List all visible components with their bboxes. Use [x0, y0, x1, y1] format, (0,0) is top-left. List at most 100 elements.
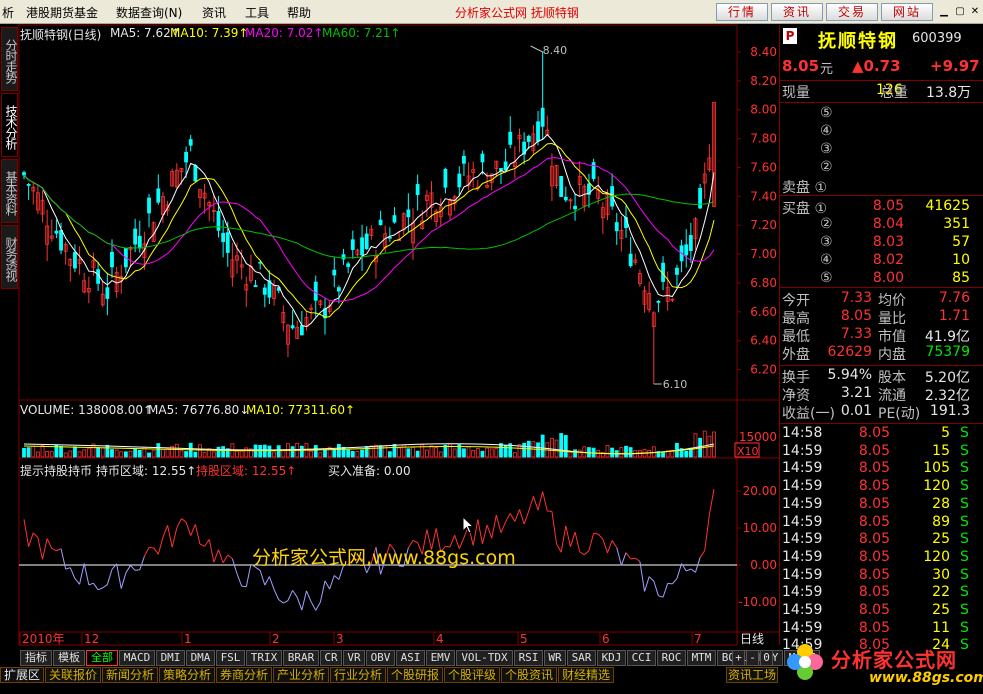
volume-bar	[364, 446, 369, 458]
price-tick-label: 6.80	[750, 276, 777, 290]
indicator-tab-cci[interactable]: CCI	[627, 650, 656, 666]
volume-bar	[276, 445, 281, 458]
indicator-line-segment	[153, 547, 159, 555]
indicator-line-segment	[676, 563, 683, 579]
indicator-line-segment	[560, 525, 567, 553]
info-tab-4[interactable]: 券商分析	[216, 667, 272, 683]
info-tab-10[interactable]: 财经精选	[558, 667, 614, 683]
info-tab-5[interactable]: 产业分析	[273, 667, 329, 683]
zoom-control-reset[interactable]: 0	[760, 650, 773, 666]
menu-item-help[interactable]: 帮助	[287, 4, 311, 21]
volume-bar	[698, 437, 703, 458]
menu-item-analysis[interactable]: 析	[2, 4, 14, 21]
indicator-line-segment	[699, 550, 706, 558]
candle-body	[438, 206, 443, 218]
volume-bar	[225, 448, 230, 458]
indicator-tab-roc[interactable]: ROC	[657, 650, 686, 666]
indicator-tab-kdj[interactable]: KDJ	[597, 650, 626, 666]
volume-bar	[466, 446, 471, 458]
news-button[interactable]: 资讯	[771, 3, 823, 21]
tick-row: 14:59 8.05 120 S	[782, 478, 969, 495]
indicator-tab-指标[interactable]: 指标	[20, 650, 52, 666]
minimize-icon[interactable]: ▁	[937, 5, 951, 19]
indicator-tab-全部[interactable]: 全部	[86, 650, 118, 666]
volume-bar	[369, 445, 374, 458]
indicator-tab-模板[interactable]: 模板	[53, 650, 85, 666]
indicator-tab-rsi[interactable]: RSI	[514, 650, 543, 666]
menu-item-news[interactable]: 资讯	[202, 4, 226, 21]
candle-body	[355, 249, 360, 256]
info-tab-2[interactable]: 新闻分析	[102, 667, 158, 683]
candle-body	[633, 259, 638, 263]
indicator-line-segment	[658, 595, 664, 598]
candle-body	[31, 186, 36, 192]
tab-financials[interactable]: 财务透视	[1, 225, 18, 289]
tab-fundamentals[interactable]: 基本资料	[1, 159, 18, 223]
volume-bar	[475, 448, 480, 458]
indicator-line-segment	[222, 554, 229, 563]
indicator-line-segment	[83, 563, 90, 585]
menu-item-tools[interactable]: 工具	[245, 4, 269, 21]
indicator-line-segment	[245, 564, 252, 587]
tab-news-workshop[interactable]: 资讯工场	[726, 667, 778, 683]
indicator-line-segment	[532, 496, 539, 511]
candle-body	[202, 192, 207, 199]
volume-bar	[96, 447, 100, 458]
sell-order-row: ④	[820, 123, 833, 139]
indicator-tab-wr[interactable]: WR	[544, 650, 566, 666]
volume-bar	[411, 446, 415, 458]
quote-button[interactable]: 行情	[716, 3, 768, 21]
indicator-tab-cr[interactable]: CR	[320, 650, 342, 666]
volume-bar	[438, 451, 443, 458]
price-tick-label: 7.00	[750, 247, 777, 261]
website-button[interactable]: 网站	[881, 3, 933, 21]
watermark: 分析家公式网,www.88gs.com	[252, 547, 516, 569]
candle-body	[249, 265, 253, 281]
info-tab-9[interactable]: 个股资讯	[501, 667, 557, 683]
close-icon[interactable]: ✕	[968, 5, 982, 19]
indicator-tab-obv[interactable]: OBV	[366, 650, 395, 666]
buy-order-row: ④ 8.02 10	[820, 252, 970, 268]
indicator-tab-trix[interactable]: TRIX	[246, 650, 282, 666]
info-tab-7[interactable]: 个股研报	[387, 667, 443, 683]
indicator-line-segment	[481, 524, 488, 544]
zoom-control-plus[interactable]: +	[732, 650, 745, 666]
indicator-line-segment	[324, 580, 331, 590]
indicator-tab-asi[interactable]: ASI	[396, 650, 425, 666]
candle-body	[577, 176, 582, 185]
indicator-tab-mtm[interactable]: MTM	[687, 650, 716, 666]
indicator-tab-vr[interactable]: VR	[343, 650, 365, 666]
menu-item-hk-futures[interactable]: 港股期货基金	[26, 4, 98, 21]
indicator-tab-vol-tdx[interactable]: VOL-TDX	[456, 650, 513, 666]
info-tab-1[interactable]: 关联报价	[45, 667, 101, 683]
zoom-control-minus[interactable]: -	[746, 650, 759, 666]
info-tab-8[interactable]: 个股评级	[444, 667, 500, 683]
candle-body	[336, 287, 341, 292]
candle-body	[638, 273, 642, 285]
candle-body	[424, 194, 429, 201]
indicator-tab-brar[interactable]: BRAR	[283, 650, 319, 666]
menu-item-data-query[interactable]: 数据查询(N)	[116, 4, 182, 21]
volume-bar	[684, 450, 689, 458]
indicator-line-segment	[181, 518, 187, 523]
indicator-tab-macd[interactable]: MACD	[119, 650, 155, 666]
indicator-tab-fsl[interactable]: FSL	[216, 650, 245, 666]
indicator-tab-dma[interactable]: DMA	[186, 650, 215, 666]
stat-row: 今开 7.33 均价 7.76	[782, 290, 970, 309]
indicator-tab-dmi[interactable]: DMI	[156, 650, 185, 666]
tab-technical[interactable]: 技术分析	[1, 93, 18, 157]
candle-body	[193, 165, 198, 182]
info-tab-6[interactable]: 行业分析	[330, 667, 386, 683]
indicator-tab-sar[interactable]: SAR	[567, 650, 596, 666]
indicator-tab-emv[interactable]: EMV	[426, 650, 455, 666]
indicator-line-segment	[644, 576, 650, 592]
info-tab-3[interactable]: 策略分析	[159, 667, 215, 683]
price-tick-label: 7.80	[750, 132, 777, 146]
maximize-icon[interactable]: ▢	[953, 5, 967, 19]
trade-button[interactable]: 交易	[826, 3, 878, 21]
tick-row: 14:58 8.05 5 S	[782, 425, 969, 441]
info-tab-0[interactable]: 扩展区	[0, 667, 44, 683]
logo-text: 分析家公式网	[831, 648, 957, 672]
volume-bar	[86, 448, 91, 458]
tab-intraday[interactable]: 分时走势	[1, 27, 18, 91]
